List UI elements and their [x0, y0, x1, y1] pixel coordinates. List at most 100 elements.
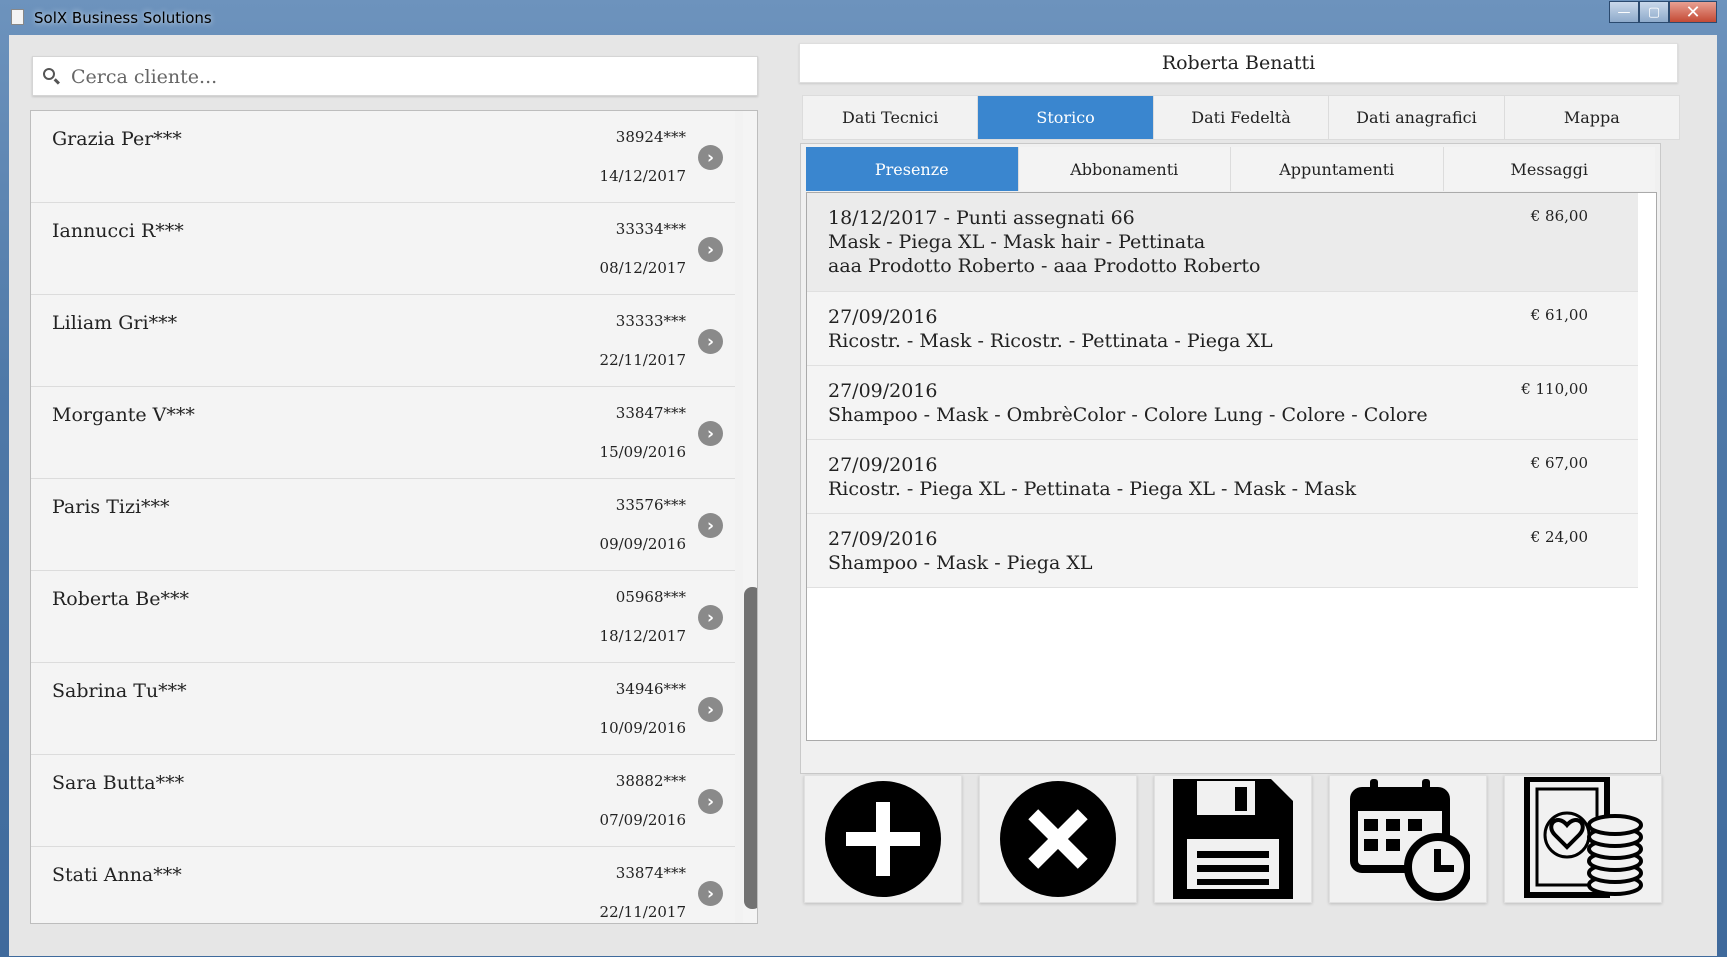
storico-panel: Presenze Abbonamenti Appuntamenti Messaggi …	[800, 143, 1661, 774]
plus-circle-icon	[825, 781, 941, 897]
history-price: € 61,00	[1530, 306, 1588, 324]
subtab-appuntamenti[interactable]: Appuntamenti	[1231, 147, 1444, 191]
history-line: Shampoo - Mask - Piega XL	[828, 552, 1093, 574]
client-phone: 33333***	[615, 312, 686, 330]
scrollbar-thumb[interactable]	[744, 587, 757, 909]
client-phone: 38924***	[615, 128, 686, 146]
chevron-right-icon[interactable]: ›	[698, 789, 723, 814]
client-name: Sabrina Tu***	[52, 680, 187, 702]
client-name: Roberta Be***	[52, 588, 189, 610]
chevron-right-icon[interactable]: ›	[698, 605, 723, 630]
sub-tabs: Presenze Abbonamenti Appuntamenti Messaggi	[806, 147, 1655, 191]
client-row[interactable]: Stati Anna*** 33874*** 22/11/2017 ›	[31, 847, 735, 923]
minimize-button[interactable]: —	[1609, 1, 1639, 23]
history-row[interactable]: 27/09/2016 Ricostr. - Piega XL - Pettinat…	[807, 440, 1638, 514]
history-price: € 67,00	[1530, 454, 1588, 472]
client-last-visit: 10/09/2016	[599, 719, 686, 737]
history-line: 18/12/2017 - Punti assegnati 66	[828, 207, 1135, 229]
history-price: € 110,00	[1521, 380, 1588, 398]
client-area: Stati Anna***33874***22/11/2017›Sara But…	[9, 35, 1717, 956]
client-name: Grazia Per***	[52, 128, 182, 150]
client-phone: 33576***	[615, 496, 686, 514]
schedule-button[interactable]	[1329, 775, 1487, 903]
chevron-right-icon[interactable]: ›	[698, 513, 723, 538]
client-name: Iannucci R***	[52, 220, 184, 242]
close-button[interactable]: ✕	[1669, 1, 1717, 23]
tab-dati-anagrafici[interactable]: Dati anagrafici	[1329, 96, 1505, 139]
client-name: Stati Anna***	[52, 864, 182, 886]
search-input[interactable]	[69, 63, 753, 91]
history-row[interactable]: 27/09/2016 Shampoo - Mask - OmbrèColor - …	[807, 366, 1638, 440]
client-row[interactable]: Iannucci R*** 33334*** 08/12/2017 ›	[31, 203, 735, 295]
client-last-visit: 22/11/2017	[599, 903, 686, 921]
tab-storico[interactable]: Storico	[978, 96, 1154, 139]
history-row[interactable]: 27/09/2016 Shampoo - Mask - Piega XL € 24,…	[807, 514, 1638, 588]
x-circle-icon	[1000, 781, 1116, 897]
floppy-disk-icon	[1173, 779, 1293, 899]
client-phone: 33334***	[615, 220, 686, 238]
chevron-right-icon[interactable]: ›	[698, 145, 723, 170]
app-window: SolX Business Solutions — ▢ ✕ Stati Anna…	[0, 0, 1727, 957]
chevron-right-icon[interactable]: ›	[698, 881, 723, 906]
client-phone: 05968***	[615, 588, 686, 606]
search-box	[32, 56, 758, 96]
chevron-right-icon[interactable]: ›	[698, 697, 723, 722]
history-line: Shampoo - Mask - OmbrèColor - Colore Lun…	[828, 404, 1428, 426]
client-phone: 38882***	[615, 772, 686, 790]
client-last-visit: 09/09/2016	[599, 535, 686, 553]
history-line: Mask - Piega XL - Mask hair - Pettinata	[828, 231, 1206, 253]
client-last-visit: 22/11/2017	[599, 351, 686, 369]
client-row[interactable]: Liliam Gri*** 33333*** 22/11/2017 ›	[31, 295, 735, 387]
search-icon	[43, 68, 55, 80]
maximize-button[interactable]: ▢	[1639, 1, 1669, 23]
history-line: 27/09/2016	[828, 306, 938, 328]
client-row[interactable]: Sara Butta*** 38882*** 07/09/2016 ›	[31, 755, 735, 847]
save-button[interactable]	[1154, 775, 1312, 903]
chevron-right-icon[interactable]: ›	[698, 329, 723, 354]
tab-dati-fedelt-[interactable]: Dati Fedeltà	[1154, 96, 1330, 139]
calendar-clock-icon	[1350, 779, 1470, 901]
add-button[interactable]	[804, 775, 962, 903]
history-list: 18/12/2017 - Punti assegnati 66 Mask - Pi…	[806, 192, 1657, 741]
client-name: Morgante V***	[52, 404, 195, 426]
history-row[interactable]: 18/12/2017 - Punti assegnati 66 Mask - Pi…	[807, 193, 1638, 292]
history-line: aaa Prodotto Roberto - aaa Prodotto Robe…	[828, 255, 1261, 277]
client-last-visit: 15/09/2016	[599, 443, 686, 461]
window-title: SolX Business Solutions	[34, 9, 212, 27]
payment-button[interactable]	[1504, 775, 1662, 903]
client-phone: 33847***	[615, 404, 686, 422]
client-row[interactable]: Morgante V*** 33847*** 15/09/2016 ›	[31, 387, 735, 479]
history-line: 27/09/2016	[828, 528, 938, 550]
subtab-messaggi[interactable]: Messaggi	[1444, 147, 1656, 191]
client-phone: 34946***	[615, 680, 686, 698]
client-name: Paris Tizi***	[52, 496, 170, 518]
tab-mappa[interactable]: Mappa	[1505, 96, 1679, 139]
client-row[interactable]: Paris Tizi*** 33576*** 09/09/2016 ›	[31, 479, 735, 571]
window-controls: — ▢ ✕	[1609, 1, 1717, 23]
tab-dati-tecnici[interactable]: Dati Tecnici	[803, 96, 979, 139]
client-row[interactable]: Sabrina Tu*** 34946*** 10/09/2016 ›	[31, 663, 735, 755]
history-price: € 24,00	[1530, 528, 1588, 546]
selected-client-name: Roberta Benatti	[799, 43, 1678, 83]
client-last-visit: 07/09/2016	[599, 811, 686, 829]
history-line: 27/09/2016	[828, 454, 938, 476]
history-row[interactable]: 27/09/2016 Ricostr. - Mask - Ricostr. - P…	[807, 292, 1638, 366]
document-icon	[11, 9, 24, 25]
title-bar: SolX Business Solutions — ▢ ✕	[0, 0, 1727, 35]
money-coins-icon	[1524, 777, 1643, 898]
main-tabs: Dati Tecnici Storico Dati Fedeltà Dati anag…	[802, 95, 1680, 140]
client-last-visit: 14/12/2017	[599, 167, 686, 185]
subtab-presenze[interactable]: Presenze	[806, 147, 1019, 191]
client-last-visit: 18/12/2017	[599, 627, 686, 645]
client-row[interactable]: Grazia Per*** 38924*** 14/12/2017 ›	[31, 111, 735, 203]
history-line: Ricostr. - Piega XL - Pettinata - Piega …	[828, 478, 1357, 500]
history-line: Ricostr. - Mask - Ricostr. - Pettinata -…	[828, 330, 1273, 352]
client-name: Liliam Gri***	[52, 312, 178, 334]
client-last-visit: 08/12/2017	[599, 259, 686, 277]
chevron-right-icon[interactable]: ›	[698, 421, 723, 446]
chevron-right-icon[interactable]: ›	[698, 237, 723, 262]
client-phone: 33874***	[615, 864, 686, 882]
delete-button[interactable]	[979, 775, 1137, 903]
subtab-abbonamenti[interactable]: Abbonamenti	[1019, 147, 1231, 191]
client-row[interactable]: Roberta Be*** 05968*** 18/12/2017 ›	[31, 571, 735, 663]
